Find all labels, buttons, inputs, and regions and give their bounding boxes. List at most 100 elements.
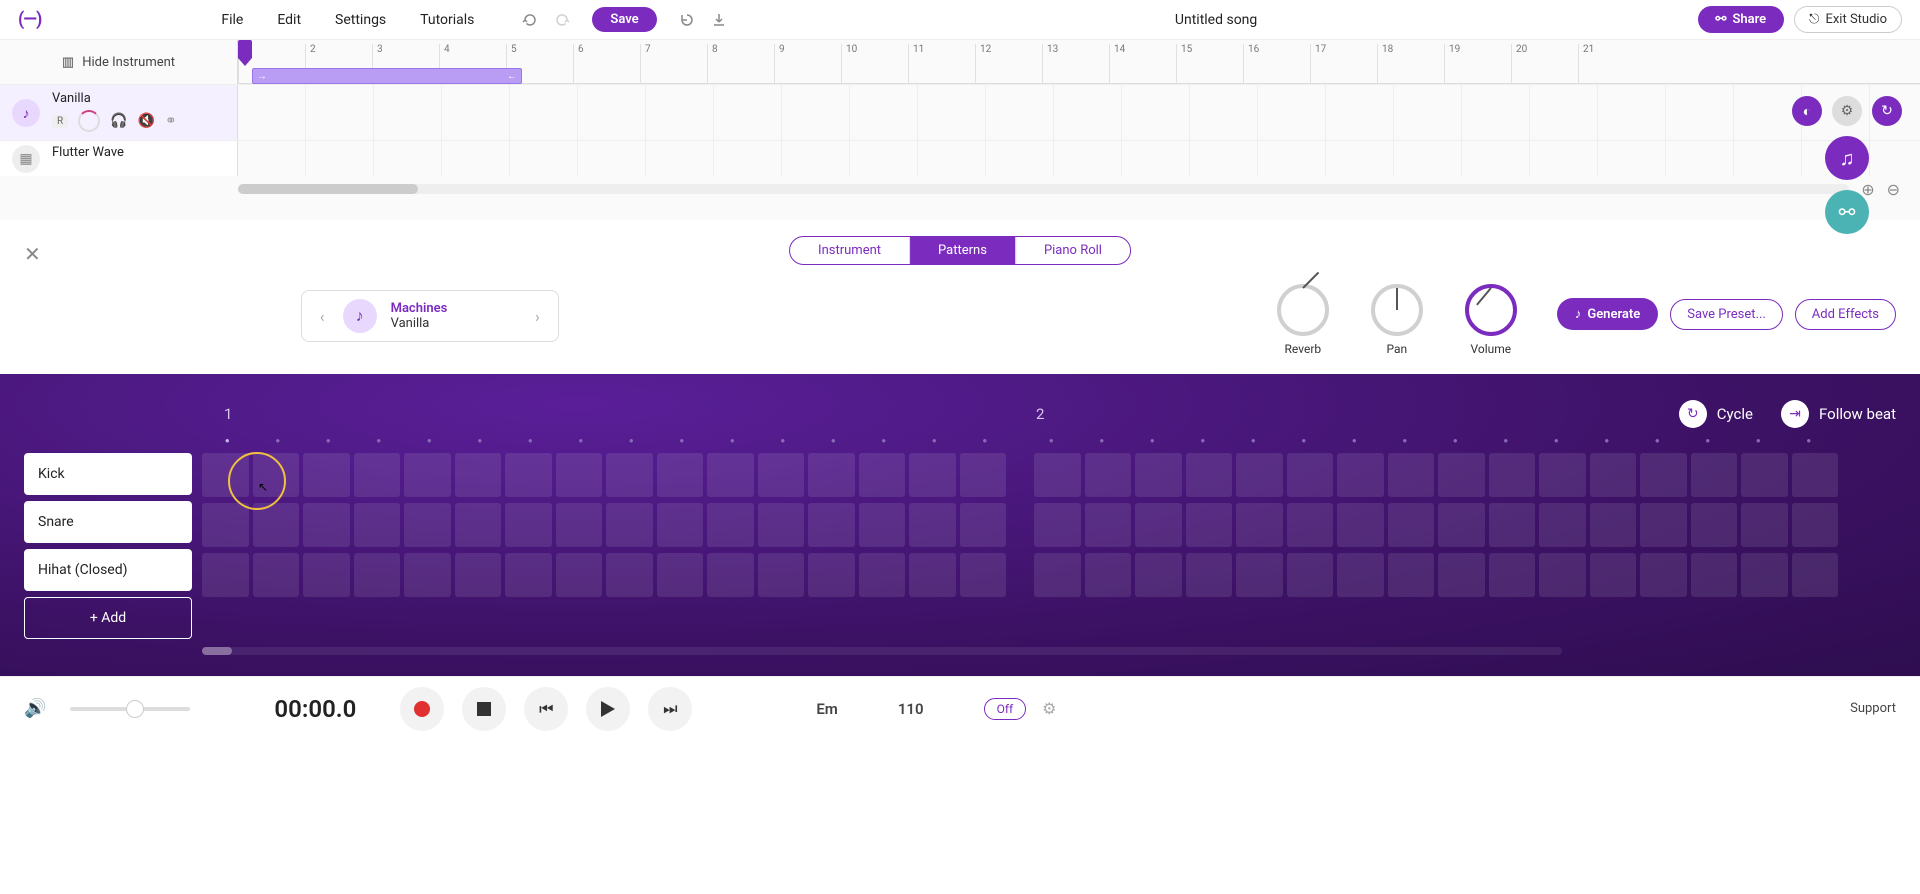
step-cell[interactable] bbox=[556, 453, 603, 497]
step-cell[interactable] bbox=[1337, 503, 1384, 547]
step-cell[interactable] bbox=[202, 503, 249, 547]
step-cell[interactable] bbox=[1337, 453, 1384, 497]
step-cell[interactable] bbox=[1590, 453, 1637, 497]
step-cell[interactable] bbox=[1741, 453, 1788, 497]
step-cell[interactable] bbox=[505, 553, 552, 597]
tab-instrument[interactable]: Instrument bbox=[790, 237, 910, 264]
step-cell[interactable] bbox=[707, 503, 754, 547]
step-cell[interactable] bbox=[1438, 453, 1485, 497]
step-cell[interactable] bbox=[455, 453, 502, 497]
step-cell[interactable] bbox=[1590, 503, 1637, 547]
step-cell[interactable] bbox=[909, 453, 956, 497]
step-cell[interactable] bbox=[1135, 503, 1182, 547]
pattern-scrollbar[interactable] bbox=[202, 647, 1562, 655]
step-cell[interactable] bbox=[909, 503, 956, 547]
play-button[interactable] bbox=[586, 687, 630, 731]
fab-settings-icon[interactable]: ⚙ bbox=[1832, 96, 1862, 126]
step-cell[interactable] bbox=[354, 553, 401, 597]
share-button[interactable]: ⚯ Share bbox=[1698, 6, 1785, 33]
step-cell[interactable] bbox=[808, 553, 855, 597]
knob-dial[interactable] bbox=[1465, 284, 1517, 336]
step-cell[interactable] bbox=[505, 503, 552, 547]
next-preset-button[interactable]: › bbox=[531, 303, 544, 330]
timeline-scrollbar[interactable] bbox=[238, 184, 1849, 194]
pattern-scrollbar-thumb[interactable] bbox=[202, 647, 232, 655]
add-effects-button[interactable]: Add Effects bbox=[1795, 299, 1896, 330]
track-vanilla[interactable]: ♪ Vanilla R 🎧 🔇 ⚭ bbox=[0, 85, 238, 140]
song-title[interactable]: Untitled song bbox=[735, 12, 1698, 28]
step-cell[interactable] bbox=[1135, 553, 1182, 597]
fab-music-icon[interactable]: ♫ bbox=[1825, 136, 1869, 180]
cycle-toggle[interactable]: ↻ Cycle bbox=[1679, 400, 1753, 428]
step-cell[interactable] bbox=[1388, 503, 1435, 547]
step-cell[interactable] bbox=[556, 553, 603, 597]
step-cell[interactable] bbox=[1085, 453, 1132, 497]
step-cell[interactable] bbox=[657, 553, 704, 597]
track-flutter-wave[interactable]: ▦ Flutter Wave bbox=[0, 141, 238, 176]
rewind-button[interactable]: ⏮ bbox=[524, 687, 568, 731]
step-cell[interactable] bbox=[707, 453, 754, 497]
key-display[interactable]: Em bbox=[816, 700, 838, 718]
speaker-icon[interactable]: 🔊 bbox=[24, 698, 46, 719]
step-cell[interactable] bbox=[1741, 503, 1788, 547]
step-cell[interactable] bbox=[859, 553, 906, 597]
drum-hihat-closed[interactable]: Hihat (Closed) bbox=[24, 549, 192, 591]
step-cell[interactable] bbox=[1186, 453, 1233, 497]
volume-knob-mini[interactable] bbox=[78, 110, 100, 132]
step-cell[interactable] bbox=[253, 453, 300, 497]
step-cell[interactable] bbox=[1085, 503, 1132, 547]
step-cell[interactable] bbox=[1287, 503, 1334, 547]
transport-settings-icon[interactable]: ⚙ bbox=[1042, 699, 1056, 718]
step-cell[interactable] bbox=[758, 503, 805, 547]
step-cell[interactable] bbox=[1741, 553, 1788, 597]
fab-loop-icon[interactable]: ◐ bbox=[1792, 96, 1822, 126]
bpm-display[interactable]: 110 bbox=[898, 700, 924, 718]
metronome-off-button[interactable]: Off bbox=[984, 698, 1027, 720]
step-cell[interactable] bbox=[1186, 553, 1233, 597]
headphones-icon[interactable]: 🎧 bbox=[110, 113, 127, 129]
drum-snare[interactable]: Snare bbox=[24, 501, 192, 543]
save-preset-button[interactable]: Save Preset... bbox=[1670, 299, 1783, 330]
generate-button[interactable]: ♪ Generate bbox=[1557, 298, 1658, 330]
record-button[interactable] bbox=[400, 687, 444, 731]
step-cell[interactable] bbox=[1034, 453, 1081, 497]
step-cell[interactable] bbox=[556, 503, 603, 547]
fast-forward-button[interactable]: ⏭ bbox=[648, 687, 692, 731]
step-cell[interactable] bbox=[404, 453, 451, 497]
step-cell[interactable] bbox=[1640, 453, 1687, 497]
pattern-clip[interactable]: →← bbox=[252, 68, 522, 84]
step-cell[interactable] bbox=[1691, 503, 1738, 547]
playhead-marker[interactable] bbox=[238, 40, 252, 58]
step-cell[interactable] bbox=[1640, 553, 1687, 597]
step-cell[interactable] bbox=[707, 553, 754, 597]
step-cell[interactable] bbox=[354, 453, 401, 497]
step-cell[interactable] bbox=[202, 453, 249, 497]
close-panel-button[interactable]: ✕ bbox=[24, 242, 41, 266]
exit-studio-button[interactable]: ⎋ Exit Studio bbox=[1794, 6, 1902, 33]
step-cell[interactable] bbox=[859, 503, 906, 547]
step-cell[interactable] bbox=[404, 503, 451, 547]
step-cell[interactable] bbox=[455, 553, 502, 597]
menu-edit[interactable]: Edit bbox=[277, 12, 301, 28]
step-cell[interactable] bbox=[859, 453, 906, 497]
step-cell[interactable] bbox=[960, 453, 1007, 497]
step-cell[interactable] bbox=[657, 453, 704, 497]
step-cell[interactable] bbox=[1438, 553, 1485, 597]
knob-dial[interactable] bbox=[1277, 284, 1329, 336]
knob-dial[interactable] bbox=[1371, 284, 1423, 336]
step-cell[interactable] bbox=[253, 553, 300, 597]
step-cell[interactable] bbox=[1236, 553, 1283, 597]
mute-icon[interactable]: 🔇 bbox=[138, 113, 155, 129]
menu-tutorials[interactable]: Tutorials bbox=[420, 12, 474, 28]
step-cell[interactable] bbox=[303, 503, 350, 547]
step-cell[interactable] bbox=[1539, 503, 1586, 547]
step-cell[interactable] bbox=[960, 503, 1007, 547]
drum-kick[interactable]: Kick bbox=[24, 453, 192, 495]
fab-refresh-icon[interactable]: ↻ bbox=[1872, 96, 1902, 126]
prev-preset-button[interactable]: ‹ bbox=[316, 303, 329, 330]
revert-icon[interactable] bbox=[671, 12, 703, 28]
step-cell[interactable] bbox=[1792, 553, 1839, 597]
step-cell[interactable] bbox=[202, 553, 249, 597]
hide-instrument-button[interactable]: ▥ Hide Instrument bbox=[0, 40, 238, 84]
step-cell[interactable] bbox=[1186, 503, 1233, 547]
